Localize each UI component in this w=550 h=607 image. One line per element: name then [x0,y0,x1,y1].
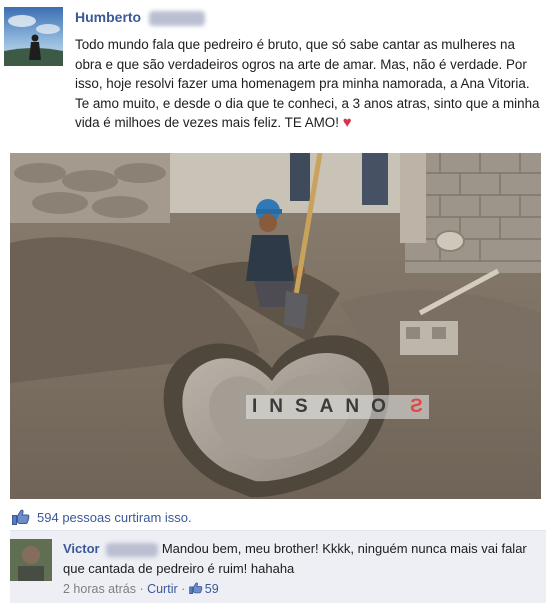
watermark-text: INSANO [252,396,398,417]
like-count[interactable]: 594 [37,510,59,525]
heart-icon: ♥ [342,114,352,131]
redacted-surname [149,10,206,26]
post-body: Todo mundo fala que pedreiro é bruto, qu… [75,37,540,130]
comment-like-link[interactable]: Curtir [147,582,178,596]
author-name[interactable]: Humberto [75,9,141,25]
facebook-post: Humberto Todo mundo fala que pedreiro é … [0,0,550,607]
watermark-s: S [397,396,423,417]
meta-separator-2: · [177,582,189,596]
like-summary: 594 pessoas curtiram isso. [10,506,546,531]
post-author[interactable]: Humberto [75,9,206,26]
author-avatar[interactable] [4,7,63,66]
comment-body: Victor Mandou bem, meu brother! Kkkk, ni… [63,539,541,579]
comment-time[interactable]: 2 horas atrás [63,582,136,596]
thumbs-up-icon[interactable] [12,509,30,530]
post-photo[interactable] [10,153,541,499]
comment-meta: 2 horas atrás · Curtir · 59 [63,582,219,596]
comment-author[interactable]: Victor [63,541,100,556]
meta-separator: · [135,582,148,596]
comment: Victor Mandou bem, meu brother! Kkkk, ni… [10,531,546,603]
comment-like-count[interactable]: 59 [189,582,219,596]
like-count-text[interactable]: 594 pessoas curtiram isso. [37,510,192,525]
thumbs-up-icon [189,582,203,594]
commenter-avatar[interactable] [10,539,52,581]
comment-like-number[interactable]: 59 [205,582,219,596]
post-text: Todo mundo fala que pedreiro é bruto, qu… [75,35,543,133]
redacted-surname [106,542,159,557]
like-label: pessoas curtiram isso. [58,510,192,525]
photo-watermark: INSANOS [246,395,429,419]
